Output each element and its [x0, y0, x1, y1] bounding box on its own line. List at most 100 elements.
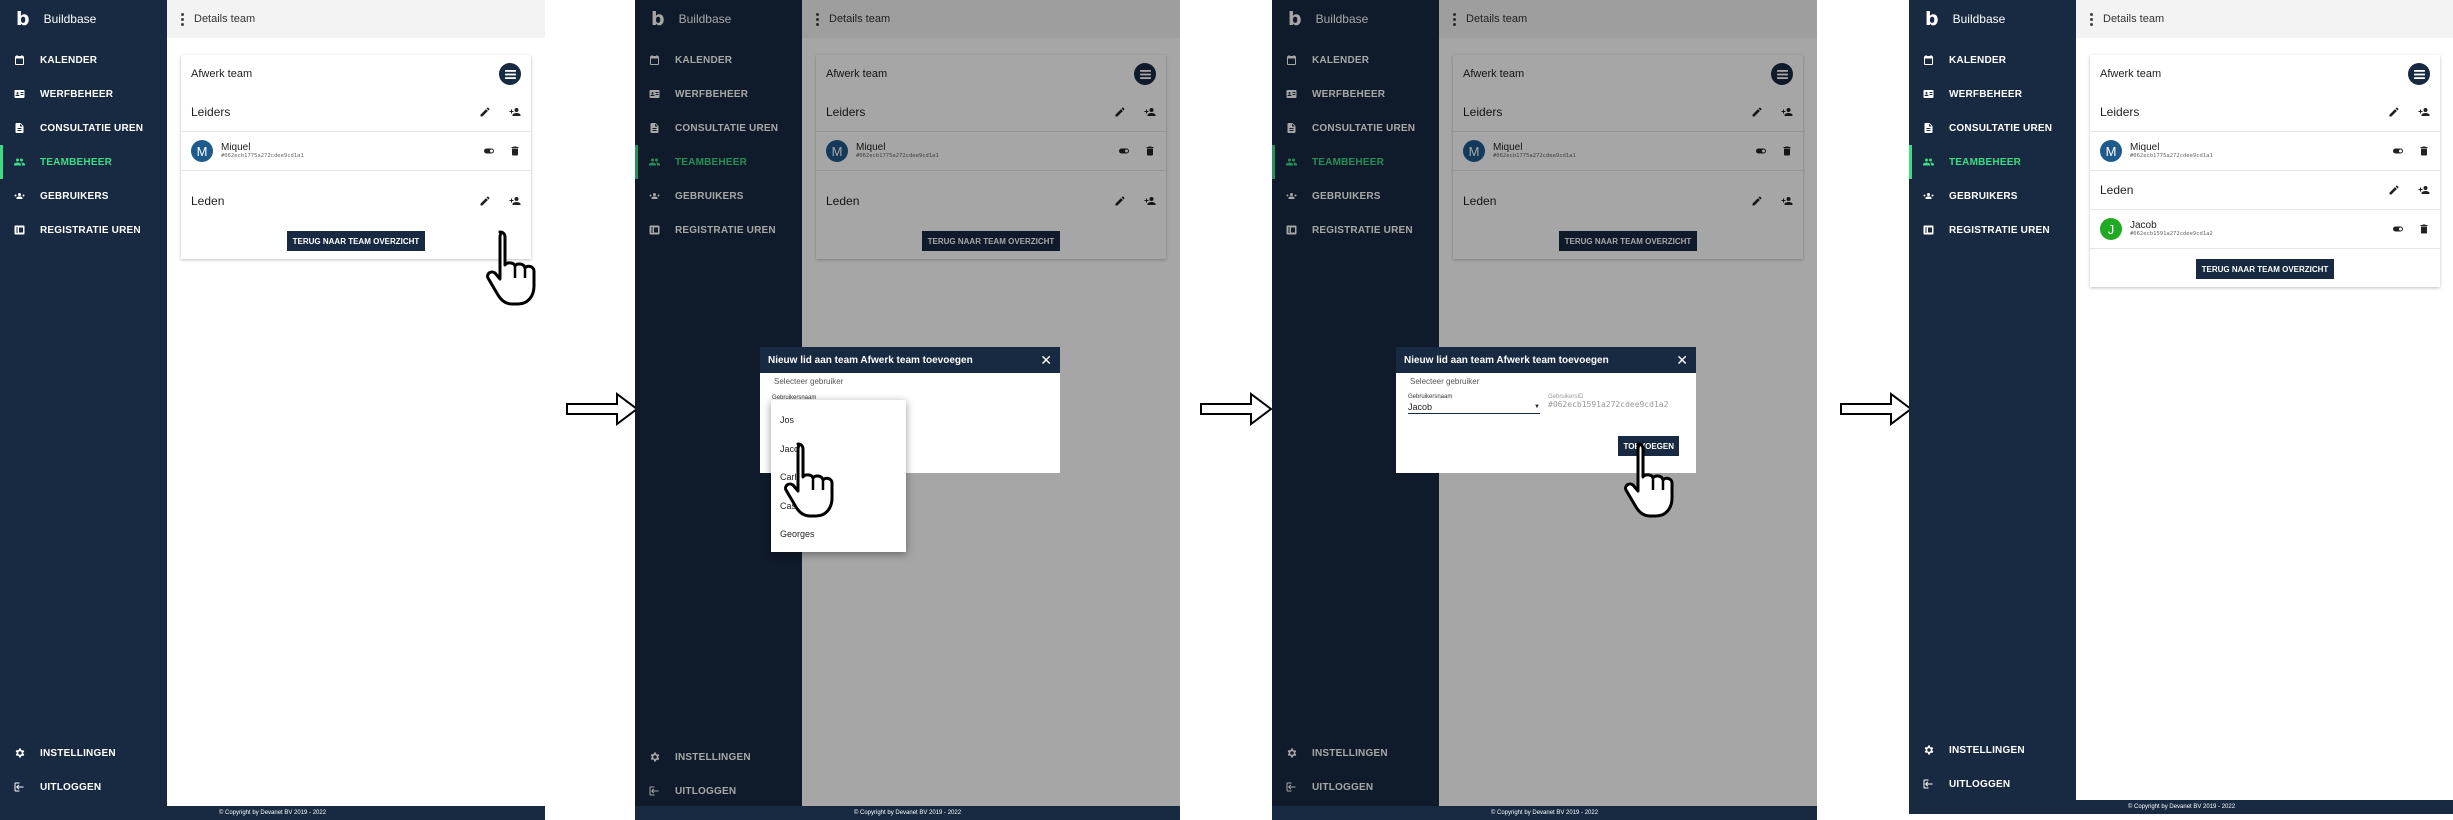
- clock-register-icon: [12, 224, 26, 236]
- footer: © Copyright by Devanet BV 2019 - 2022: [1909, 800, 2453, 814]
- nav-item-instellingen[interactable]: INSTELLINGEN: [1909, 733, 2076, 767]
- nav-item-consultatie-uren[interactable]: CONSULTATIE UREN: [1909, 111, 2076, 145]
- users-icon: [12, 190, 26, 202]
- nav-label: REGISTRATIE UREN: [1949, 224, 2050, 236]
- logout-icon: [12, 781, 26, 793]
- nav-item-registratie-uren[interactable]: REGISTRATIE UREN: [1909, 213, 2076, 247]
- nav-item-teambeheer[interactable]: TEAMBEHEER: [0, 145, 167, 179]
- gear-icon: [1921, 744, 1935, 756]
- logo: b: [1925, 8, 1939, 30]
- back-to-overview-button[interactable]: TERUG NAAR TEAM OVERZICHT: [2195, 259, 2335, 279]
- username-select[interactable]: Jacob ▼: [1408, 400, 1540, 414]
- nav-label: INSTELLINGEN: [40, 747, 116, 759]
- nav-list: KALENDER WERFBEHEER CONSULTATIE UREN TEA…: [1909, 43, 2076, 247]
- team-card: Afwerk team Leiders M Miquel #062ecb1775a…: [2090, 55, 2440, 287]
- nav-item-gebruikers[interactable]: GEBRUIKERS: [0, 179, 167, 213]
- team-icon: [1921, 156, 1935, 168]
- nav-item-werfbeheer[interactable]: WERFBEHEER: [1909, 77, 2076, 111]
- member-name: Jacob: [2130, 220, 2157, 231]
- calendar-icon: [12, 54, 26, 66]
- close-icon[interactable]: ✕: [1040, 352, 1052, 369]
- nav-label: REGISTRATIE UREN: [40, 224, 141, 236]
- dialog-subtitle: Selecteer gebruiker: [1410, 377, 1480, 386]
- back-to-overview-button[interactable]: TERUG NAAR TEAM OVERZICHT: [286, 231, 426, 251]
- more-vert-icon[interactable]: [2090, 12, 2093, 26]
- screen-step-2: b Buildbase KALENDER WERFBEHEER CONSULTA…: [635, 0, 1180, 820]
- screen-step-4: b Buildbase KALENDER WERFBEHEER CONSULTA…: [1909, 0, 2453, 820]
- nav-list: KALENDER WERFBEHEER CONSULTATIE UREN TEA…: [0, 43, 167, 247]
- nav-item-uitloggen[interactable]: UITLOGGEN: [0, 770, 167, 804]
- nav-item-gebruikers[interactable]: GEBRUIKERS: [1909, 179, 2076, 213]
- avatar: M: [2100, 140, 2122, 162]
- team-icon: [12, 156, 26, 168]
- app-name: Buildbase: [1952, 12, 2006, 26]
- nav-item-kalender[interactable]: KALENDER: [1909, 43, 2076, 77]
- toggle-icon[interactable]: [483, 145, 495, 157]
- team-name: Afwerk team: [191, 68, 253, 80]
- username-field[interactable]: Gebruikersnaam Jacob ▼: [1408, 394, 1540, 414]
- add-person-icon[interactable]: [2418, 184, 2430, 196]
- close-icon[interactable]: ✕: [1676, 352, 1688, 369]
- bottom-nav: INSTELLINGEN UITLOGGEN: [0, 736, 167, 804]
- gear-icon: [12, 747, 26, 759]
- sidebar: b Buildbase KALENDER WERFBEHEER CONSULTA…: [1909, 0, 2076, 800]
- arrow-right-icon: [1200, 392, 1272, 426]
- add-person-icon[interactable]: [509, 195, 521, 207]
- member-row-new: J Jacob #062ecb1591a272cdee9cd1a2: [2090, 209, 2440, 249]
- list-menu-icon[interactable]: [2408, 63, 2430, 85]
- nav-item-consultatie-uren[interactable]: CONSULTATIE UREN: [0, 111, 167, 145]
- id-card-icon: [12, 88, 26, 100]
- nav-item-uitloggen[interactable]: UITLOGGEN: [1909, 767, 2076, 801]
- selected-user: Jacob: [1408, 401, 1433, 412]
- nav-item-instellingen[interactable]: INSTELLINGEN: [0, 736, 167, 770]
- delete-icon[interactable]: [2418, 145, 2430, 157]
- list-menu-icon[interactable]: [499, 63, 521, 85]
- nav-label: KALENDER: [40, 54, 98, 66]
- arrow-right-icon: [566, 392, 638, 426]
- members-section-header: Leden: [2090, 171, 2440, 209]
- calendar-icon: [1921, 54, 1935, 66]
- nav-item-werfbeheer[interactable]: WERFBEHEER: [0, 77, 167, 111]
- member-name: Miquel: [221, 142, 251, 153]
- main-content: Details team Afwerk team Leiders M Mique…: [2076, 0, 2453, 806]
- brand[interactable]: b Buildbase: [1925, 8, 2005, 30]
- nav-label: UITLOGGEN: [40, 781, 102, 793]
- toggle-icon[interactable]: [2392, 145, 2404, 157]
- avatar: J: [2100, 218, 2122, 240]
- sidebar: b Buildbase KALENDER WERFBEHEER CONSULTA…: [0, 0, 167, 806]
- nav-item-kalender[interactable]: KALENDER: [0, 43, 167, 77]
- add-person-icon[interactable]: [509, 106, 521, 118]
- nav-label: KALENDER: [1949, 54, 2007, 66]
- page-title: Details team: [194, 13, 256, 25]
- add-person-icon[interactable]: [2418, 106, 2430, 118]
- edit-icon[interactable]: [2388, 106, 2400, 118]
- topbar: Details team: [2076, 0, 2453, 38]
- logout-icon: [1921, 778, 1935, 790]
- member-row-leader: M Miquel #062ecb1775a272cdee9cd1a1: [2090, 131, 2440, 171]
- tutorial-strip: b Buildbase KALENDER WERFBEHEER CONSULTA…: [0, 0, 2453, 820]
- nav-label: GEBRUIKERS: [40, 190, 109, 202]
- edit-icon[interactable]: [479, 195, 491, 207]
- members-title: Leden: [191, 194, 225, 208]
- dropdown-option[interactable]: Georges: [771, 520, 906, 549]
- nav-label: CONSULTATIE UREN: [1949, 122, 2053, 134]
- toggle-icon[interactable]: [2392, 223, 2404, 235]
- delete-icon[interactable]: [509, 145, 521, 157]
- team-name: Afwerk team: [2100, 68, 2162, 80]
- document-icon: [1921, 122, 1935, 134]
- brand[interactable]: b Buildbase: [16, 8, 96, 30]
- team-card: Afwerk team Leiders M Miquel #062ecb1775a…: [181, 55, 531, 259]
- footer: © Copyright by Devanet BV 2019 - 2022: [635, 806, 1180, 820]
- dropdown-option[interactable]: Jos: [771, 406, 906, 435]
- more-vert-icon[interactable]: [181, 12, 184, 26]
- hand-pointer-icon: [1624, 442, 1674, 518]
- nav-label: INSTELLINGEN: [1949, 744, 2025, 756]
- hand-pointer-icon: [784, 442, 834, 518]
- edit-icon[interactable]: [2388, 184, 2400, 196]
- edit-icon[interactable]: [479, 106, 491, 118]
- nav-item-teambeheer[interactable]: TEAMBEHEER: [1909, 145, 2076, 179]
- delete-icon[interactable]: [2418, 223, 2430, 235]
- screen-step-3: b Buildbase KALENDER WERFBEHEER CONSULTA…: [1272, 0, 1817, 820]
- nav-label: WERFBEHEER: [40, 88, 114, 100]
- nav-item-registratie-uren[interactable]: REGISTRATIE UREN: [0, 213, 167, 247]
